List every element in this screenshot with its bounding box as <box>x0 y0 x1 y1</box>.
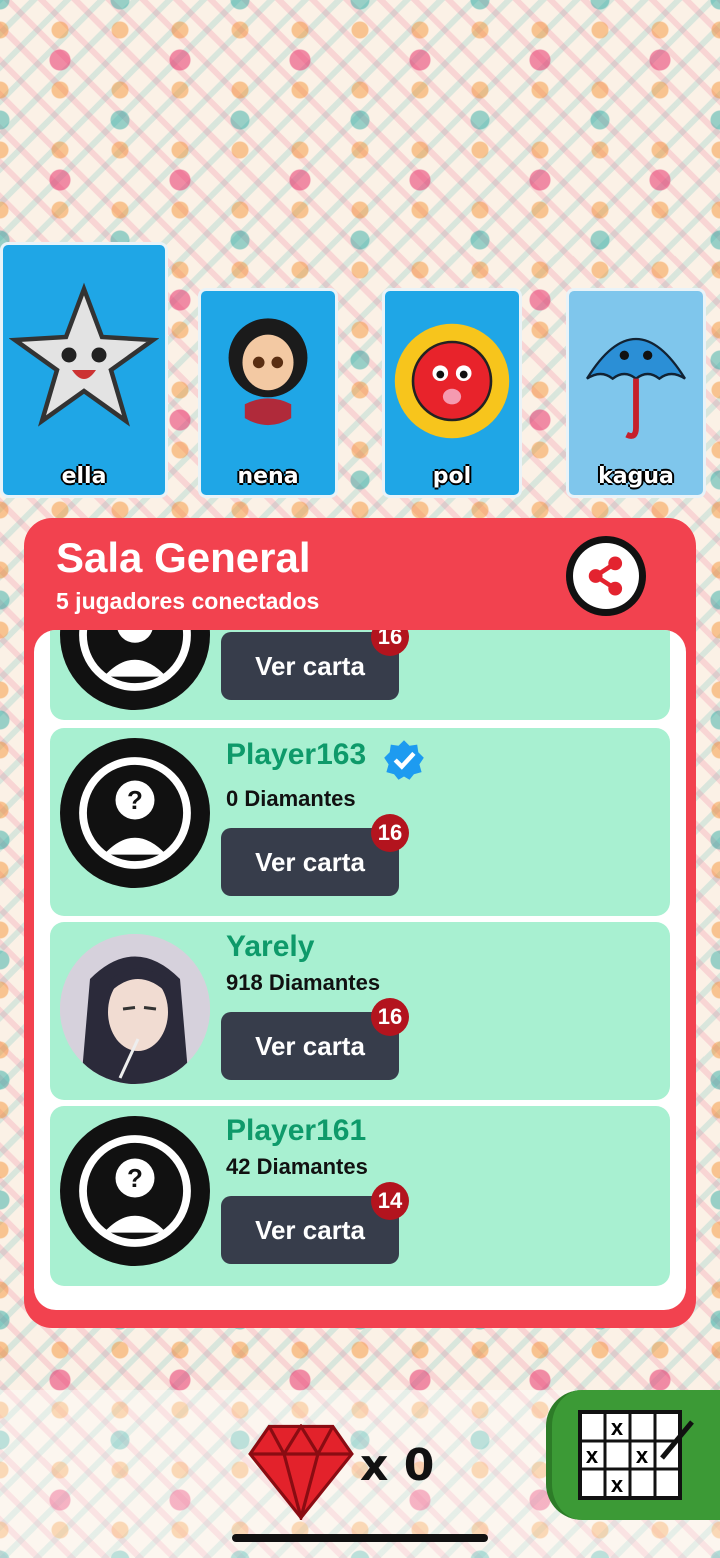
card-count-badge: 16 <box>371 630 409 656</box>
ver-carta-button[interactable]: Ver carta 16 <box>221 814 409 896</box>
player-row: Yarely 918 Diamantes Ver carta 16 <box>50 922 670 1100</box>
card-count-badge: 14 <box>371 1182 409 1220</box>
diamond-count: x 0 <box>360 1440 435 1491</box>
player-row: ? Player161 42 Diamantes Ver carta 14 <box>50 1106 670 1286</box>
svg-text:?: ? <box>127 1163 143 1193</box>
star-icon <box>9 282 159 427</box>
room-subtitle: 5 jugadores conectados <box>56 588 320 614</box>
player-name: Yarely <box>226 930 315 963</box>
lottery-board-icon: x x x x <box>578 1410 694 1500</box>
card-count-badge: 16 <box>371 998 409 1036</box>
umbrella-icon <box>586 337 686 439</box>
board-button[interactable]: x x x x <box>546 1390 720 1520</box>
svg-text:x: x <box>611 1472 624 1497</box>
card-label: pol <box>432 464 472 489</box>
card-nena[interactable]: nena <box>198 288 338 498</box>
diamond-icon <box>248 1424 354 1520</box>
verified-icon <box>384 740 424 780</box>
svg-text:x: x <box>636 1443 649 1468</box>
player-name: Player163 <box>226 738 367 771</box>
player-diamonds: 0 Diamantes <box>226 786 356 811</box>
player-name: Player161 <box>226 1114 367 1147</box>
svg-text:?: ? <box>127 785 143 815</box>
sun-icon <box>394 323 510 438</box>
share-icon <box>573 543 639 609</box>
svg-text:x: x <box>611 1415 624 1440</box>
player-list[interactable]: Ver carta 16 ? Player163 0 Diamantes Ver… <box>34 630 686 1310</box>
ver-carta-button[interactable]: Ver carta 14 <box>221 1182 409 1264</box>
share-button[interactable] <box>566 536 646 616</box>
deck-cards: ella nena pol kagua <box>0 240 720 500</box>
card-label: ella <box>61 464 107 489</box>
player-row: Ver carta 16 <box>50 630 670 720</box>
ver-carta-label: Ver carta <box>255 846 365 877</box>
room-title: Sala General <box>56 534 311 581</box>
card-ella[interactable]: ella <box>0 242 168 498</box>
mermaid-icon <box>228 318 308 425</box>
ver-carta-button[interactable]: Ver carta 16 <box>221 630 409 700</box>
home-indicator <box>232 1534 488 1542</box>
card-label: kagua <box>598 464 674 489</box>
ver-carta-label: Ver carta <box>255 650 365 681</box>
ver-carta-label: Ver carta <box>255 1030 365 1061</box>
svg-text:x: x <box>586 1443 599 1468</box>
ver-carta-label: Ver carta <box>255 1214 365 1245</box>
ver-carta-button[interactable]: Ver carta 16 <box>221 998 409 1080</box>
room-panel: Sala General 5 jugadores conectados Ver … <box>24 518 696 1328</box>
default-avatar-icon: ? <box>60 738 210 888</box>
card-pol[interactable]: pol <box>382 288 522 498</box>
card-count-badge: 16 <box>371 814 409 852</box>
avatar-photo <box>60 934 210 1084</box>
default-avatar-icon: ? <box>60 1116 210 1266</box>
default-avatar-icon <box>60 630 210 710</box>
card-kagua[interactable]: kagua <box>566 288 706 498</box>
player-diamonds: 42 Diamantes <box>226 1154 368 1179</box>
card-label: nena <box>237 464 299 489</box>
player-row: ? Player163 0 Diamantes Ver carta 16 <box>50 728 670 916</box>
player-diamonds: 918 Diamantes <box>226 970 381 995</box>
